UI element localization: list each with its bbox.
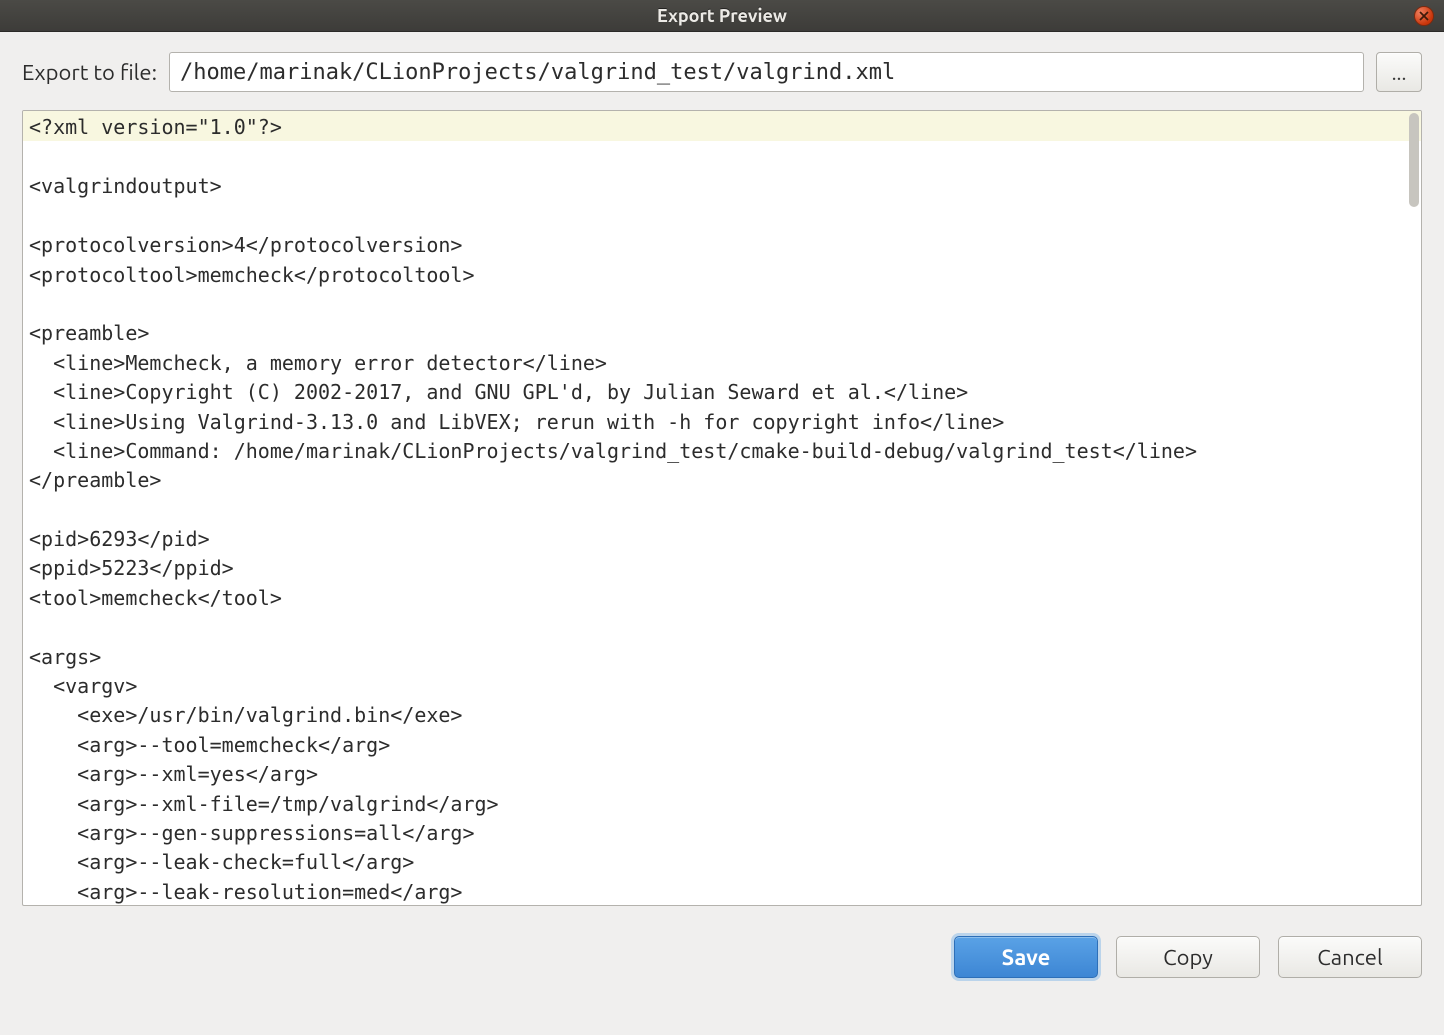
scrollbar-thumb[interactable] [1409,113,1419,207]
save-button-label: Save [1002,945,1051,970]
save-button[interactable]: Save [954,936,1098,978]
preview-pane[interactable]: <?xml version="1.0"?> <valgrindoutput> <… [22,110,1422,906]
close-icon [1419,11,1429,21]
file-row: Export to file: ... [22,52,1422,92]
xml-body: <valgrindoutput> <protocolversion>4</pro… [23,141,1421,905]
copy-button[interactable]: Copy [1116,936,1260,978]
xml-declaration-line: <?xml version="1.0"?> [23,111,1421,141]
cancel-button-label: Cancel [1317,945,1382,970]
button-row: Save Copy Cancel [0,916,1444,1000]
window-title: Export Preview [657,6,787,26]
ellipsis-icon: ... [1392,61,1407,84]
scrollbar-track[interactable] [1409,113,1419,903]
cancel-button[interactable]: Cancel [1278,936,1422,978]
titlebar: Export Preview [0,0,1444,32]
browse-button[interactable]: ... [1376,52,1422,92]
export-file-label: Export to file: [22,60,157,85]
dialog-content: Export to file: ... <?xml version="1.0"?… [0,32,1444,916]
export-file-input[interactable] [169,52,1364,92]
copy-button-label: Copy [1163,945,1213,970]
close-button[interactable] [1414,6,1434,26]
